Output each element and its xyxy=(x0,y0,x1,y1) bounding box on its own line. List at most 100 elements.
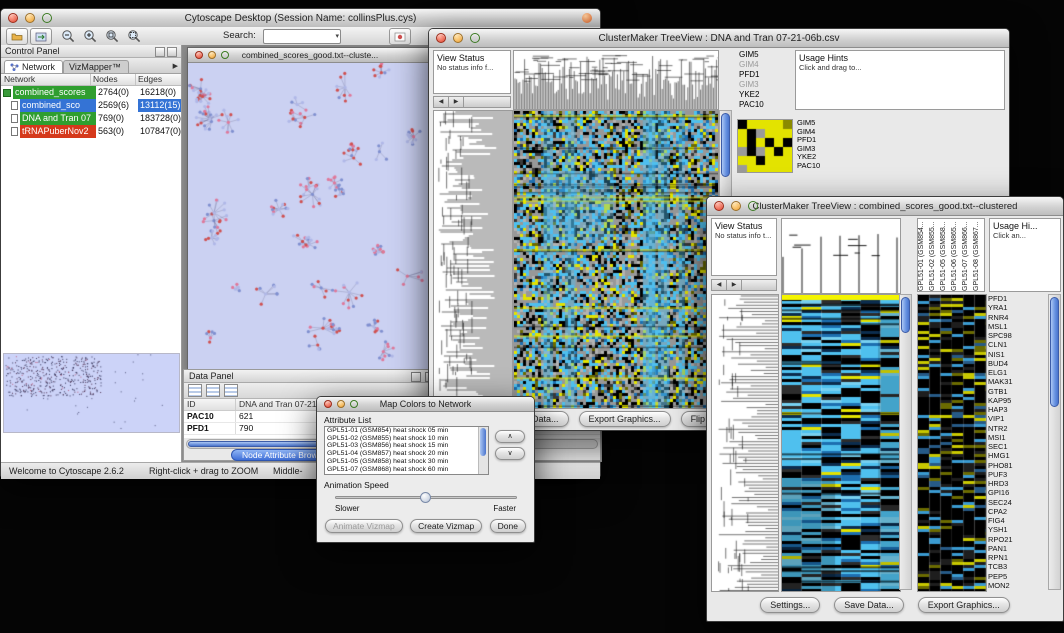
tv2-button-1[interactable]: Save Data... xyxy=(834,597,904,613)
import-network-icon[interactable] xyxy=(30,28,52,45)
gene-label[interactable]: PHO81 xyxy=(988,461,1044,470)
network-canvas[interactable] xyxy=(188,63,432,369)
gene-label[interactable]: PEP5 xyxy=(988,572,1044,581)
tab-vizmapper[interactable]: VizMapper™ xyxy=(63,60,129,73)
gene-label[interactable]: NIS1 xyxy=(988,350,1044,359)
gene-label[interactable]: KAP95 xyxy=(988,396,1044,405)
scrollbar-thumb[interactable] xyxy=(1050,297,1059,407)
summary-heatmap[interactable] xyxy=(737,119,793,173)
attribute-list-item[interactable]: GPL51-02 (GSM855) heat shock 10 min xyxy=(325,435,488,443)
gene-label[interactable]: RNR4 xyxy=(988,313,1044,322)
float-panel-icon[interactable] xyxy=(155,47,165,57)
zoom-button[interactable] xyxy=(221,51,229,59)
col-edges[interactable]: Edges xyxy=(135,74,181,85)
column-label[interactable]: GPL51-06 (GSM865... xyxy=(951,219,962,291)
column-dendrogram[interactable] xyxy=(781,218,901,294)
zoom-button[interactable] xyxy=(42,13,52,23)
chevron-down-icon[interactable]: ▾ xyxy=(335,30,339,43)
scroll-left-icon[interactable]: ◀ xyxy=(712,280,727,290)
minimize-button[interactable] xyxy=(208,51,216,59)
tv2-button-2[interactable]: Export Graphics... xyxy=(918,597,1010,613)
gene-label[interactable]: BUD4 xyxy=(988,359,1044,368)
vertical-scrollbar[interactable] xyxy=(1048,294,1061,590)
gene-label[interactable]: CLN1 xyxy=(988,340,1044,349)
gene-label[interactable]: SEC24 xyxy=(988,498,1044,507)
gene-label[interactable]: HRD3 xyxy=(988,479,1044,488)
column-label[interactable]: PFD1 xyxy=(737,70,791,80)
tv1-titlebar[interactable]: ClusterMaker TreeView : DNA and Tran 07-… xyxy=(429,29,1009,48)
zoom-button[interactable] xyxy=(748,201,758,211)
search-input[interactable] xyxy=(265,30,330,43)
heatmap[interactable] xyxy=(513,110,719,409)
column-label[interactable]: GPL51-08 (GSM867... xyxy=(973,219,984,291)
select-attributes-icon[interactable] xyxy=(188,384,202,397)
scrollbar-thumb[interactable] xyxy=(721,113,730,177)
gene-label[interactable]: PAN1 xyxy=(988,544,1044,553)
gene-label[interactable]: PFD1 xyxy=(988,294,1044,303)
tv2-titlebar[interactable]: ClusterMaker TreeView : combined_scores_… xyxy=(707,197,1063,216)
gene-label[interactable]: RPN1 xyxy=(988,553,1044,562)
vertical-scrollbar[interactable] xyxy=(899,294,912,590)
tv2-button-0[interactable]: Settings... xyxy=(760,597,820,613)
scroll-right-icon[interactable]: ▶ xyxy=(727,280,742,290)
done-button[interactable]: Done xyxy=(490,519,526,533)
column-label[interactable]: GPL51-01 (GSM854... xyxy=(918,219,929,291)
attribute-list-item[interactable]: GPL51-04 (GSM857) heat shock 20 min xyxy=(325,450,488,458)
dialog-titlebar[interactable]: Map Colors to Network xyxy=(317,397,534,412)
gene-label[interactable]: NTR2 xyxy=(988,424,1044,433)
column-label[interactable]: GPL51-02 (GSM855... xyxy=(929,219,940,291)
row-dendrogram[interactable] xyxy=(711,294,779,592)
dock-panel-icon[interactable] xyxy=(411,372,421,382)
column-label[interactable]: YKE2 xyxy=(737,90,791,100)
gene-label[interactable]: YSH1 xyxy=(988,525,1044,534)
minimize-button[interactable] xyxy=(453,33,463,43)
attribute-list-item[interactable]: GPL51-07 (GSM868) heat shock 60 min xyxy=(325,466,488,474)
create-vizmap-button[interactable]: Create Vizmap xyxy=(410,519,482,533)
close-button[interactable] xyxy=(324,400,332,408)
vertical-scrollbar[interactable] xyxy=(478,427,488,474)
minimize-button[interactable] xyxy=(337,400,345,408)
attribute-list-item[interactable]: GPL51-01 (GSM854) heat shock 05 min xyxy=(325,427,488,435)
col-network[interactable]: Network xyxy=(1,74,90,85)
attribute-list-item[interactable]: GPL51-05 (GSM858) heat shock 30 min xyxy=(325,458,488,466)
scroll-right-icon[interactable]: ▶ xyxy=(449,97,464,107)
annotation-icon[interactable] xyxy=(389,28,411,45)
column-dendrogram[interactable] xyxy=(513,50,719,110)
col-nodes[interactable]: Nodes xyxy=(90,74,135,85)
column-label[interactable]: GIM5 xyxy=(737,50,791,60)
gene-label[interactable]: SEC1 xyxy=(988,442,1044,451)
gene-label[interactable]: CPA2 xyxy=(988,507,1044,516)
close-button[interactable] xyxy=(195,51,203,59)
gene-label[interactable]: ELG1 xyxy=(988,368,1044,377)
column-label[interactable]: PAC10 xyxy=(737,100,791,110)
minimize-button[interactable] xyxy=(731,201,741,211)
search-combobox[interactable]: ▾ xyxy=(263,29,341,44)
tab-network[interactable]: Network xyxy=(4,60,63,73)
gene-label[interactable]: HAP3 xyxy=(988,405,1044,414)
scrollbar-thumb[interactable] xyxy=(901,297,910,333)
gene-label[interactable]: HMG1 xyxy=(988,451,1044,460)
animate-vizmap-button[interactable]: Animate Vizmap xyxy=(325,519,403,533)
close-button[interactable] xyxy=(8,13,18,23)
gene-label[interactable]: GPI16 xyxy=(988,488,1044,497)
summary-gene-label[interactable]: PAC10 xyxy=(795,162,855,171)
close-button[interactable] xyxy=(714,201,724,211)
attribute-function-icon[interactable] xyxy=(224,384,238,397)
network-tree-row[interactable]: tRNAPuberNov2563(0)107847(0) xyxy=(1,125,181,138)
gene-label[interactable]: TCB3 xyxy=(988,562,1044,571)
gene-label[interactable]: MSI1 xyxy=(988,433,1044,442)
move-up-button[interactable]: ∧ xyxy=(495,430,525,443)
close-panel-icon[interactable] xyxy=(167,47,177,57)
column-label[interactable]: GIM4 xyxy=(737,60,791,70)
column-label[interactable]: GPL51-05 (GSM858... xyxy=(940,219,951,291)
gene-label[interactable]: MSL1 xyxy=(988,322,1044,331)
gene-label[interactable]: SPC98 xyxy=(988,331,1044,340)
id-column-header[interactable]: ID xyxy=(184,399,236,410)
network-tree-row[interactable]: combined_scores2764(0)16218(0) xyxy=(1,86,181,99)
gene-label[interactable]: VIP1 xyxy=(988,414,1044,423)
gene-label[interactable]: MAK31 xyxy=(988,377,1044,386)
tab-overflow-button[interactable]: ▶ xyxy=(173,62,178,70)
network-tree-row[interactable]: DNA and Tran 07769(0)183728(0) xyxy=(1,112,181,125)
attribute-list-item[interactable]: GPL51-03 (GSM856) heat shock 15 min xyxy=(325,442,488,450)
column-label[interactable]: GIM3 xyxy=(737,80,791,90)
